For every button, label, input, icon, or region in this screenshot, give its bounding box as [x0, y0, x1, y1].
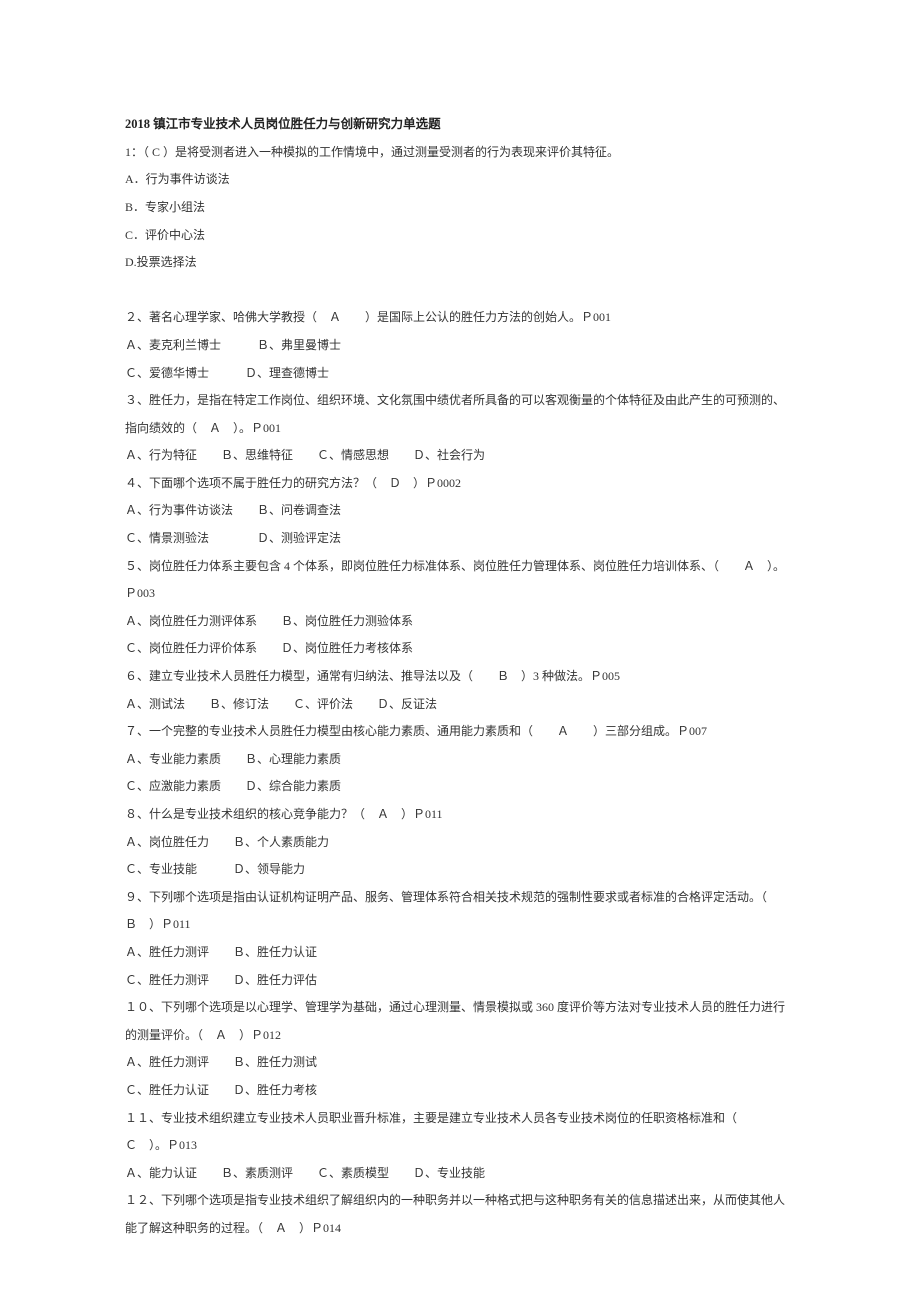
text-line: Ｃ、胜任力认证 Ｄ、胜任力考核: [125, 1077, 795, 1105]
text-line: Ａ、行为事件访谈法 Ｂ、问卷调查法: [125, 497, 795, 525]
text-line: Ｃ、爱德华博士 Ｄ、理查德博士: [125, 360, 795, 388]
text-line: Ａ、胜任力测评 Ｂ、胜任力认证: [125, 939, 795, 967]
text-line: １２、下列哪个选项是指专业技术组织了解组织内的一种职务并以一种格式把与这种职务有…: [125, 1187, 795, 1242]
text-line: Ａ、麦克利兰博士 Ｂ、弗里曼博士: [125, 332, 795, 360]
text-line: Ｃ、应激能力素质 Ｄ、综合能力素质: [125, 773, 795, 801]
text-line: D.投票选择法: [125, 249, 795, 277]
text-line: ２、著名心理学家、哈佛大学教授（ Ａ ）是国际上公认的胜任力方法的创始人。Ｐ00…: [125, 304, 795, 332]
text-line: C．评价中心法: [125, 222, 795, 250]
text-line: ３、胜任力，是指在特定工作岗位、组织环境、文化氛围中绩优者所具备的可以客观衡量的…: [125, 387, 795, 442]
text-line: ９、下列哪个选项是指由认证机构证明产品、服务、管理体系符合相关技术规范的强制性要…: [125, 884, 795, 939]
text-line: １１、专业技术组织建立专业技术人员职业晋升标准，主要是建立专业技术人员各专业技术…: [125, 1105, 795, 1160]
text-line: Ａ、测试法 Ｂ、修订法 Ｃ、评价法 Ｄ、反证法: [125, 691, 795, 719]
text-line: [125, 277, 795, 305]
text-line: Ａ、岗位胜任力测评体系 Ｂ、岗位胜任力测验体系: [125, 608, 795, 636]
text-line: Ｃ、岗位胜任力评价体系 Ｄ、岗位胜任力考核体系: [125, 635, 795, 663]
text-line: ８、什么是专业技术组织的核心竞争能力？（ Ａ ）Ｐ011: [125, 801, 795, 829]
text-line: B．专家小组法: [125, 194, 795, 222]
text-line: Ａ、专业能力素质 Ｂ、心理能力素质: [125, 746, 795, 774]
text-line: Ａ、岗位胜任力 Ｂ、个人素质能力: [125, 829, 795, 857]
document-title: 2018 镇江市专业技术人员岗位胜任力与创新研究力单选题: [125, 110, 795, 139]
text-line: A．行为事件访谈法: [125, 166, 795, 194]
document-page: 2018 镇江市专业技术人员岗位胜任力与创新研究力单选题 1：（ C ）是将受测…: [0, 0, 920, 1303]
text-line: Ｃ、胜任力测评 Ｄ、胜任力评估: [125, 967, 795, 995]
text-line: Ｃ、专业技能 Ｄ、领导能力: [125, 856, 795, 884]
text-line: Ｃ、情景测验法 Ｄ、测验评定法: [125, 525, 795, 553]
text-line: ５、岗位胜任力体系主要包含 4 个体系，即岗位胜任力标准体系、岗位胜任力管理体系…: [125, 553, 795, 608]
text-line: 1：（ C ）是将受测者进入一种模拟的工作情境中，通过测量受测者的行为表现来评价…: [125, 139, 795, 167]
questions-body: 1：（ C ）是将受测者进入一种模拟的工作情境中，通过测量受测者的行为表现来评价…: [125, 139, 795, 1243]
text-line: ６、建立专业技术人员胜任力模型，通常有归纳法、推导法以及（ Ｂ ）3 种做法。Ｐ…: [125, 663, 795, 691]
text-line: Ａ、能力认证 Ｂ、素质测评 Ｃ、素质模型 Ｄ、专业技能: [125, 1160, 795, 1188]
text-line: １０、下列哪个选项是以心理学、管理学为基础，通过心理测量、情景模拟或 360 度…: [125, 994, 795, 1049]
text-line: Ａ、行为特征 Ｂ、思维特征 Ｃ、情感思想 Ｄ、社会行为: [125, 442, 795, 470]
text-line: Ａ、胜任力测评 Ｂ、胜任力测试: [125, 1049, 795, 1077]
text-line: ７、一个完整的专业技术人员胜任力模型由核心能力素质、通用能力素质和（ Ａ ）三部…: [125, 718, 795, 746]
text-line: ４、下面哪个选项不属于胜任力的研究方法？（ Ｄ ）Ｐ0002: [125, 470, 795, 498]
